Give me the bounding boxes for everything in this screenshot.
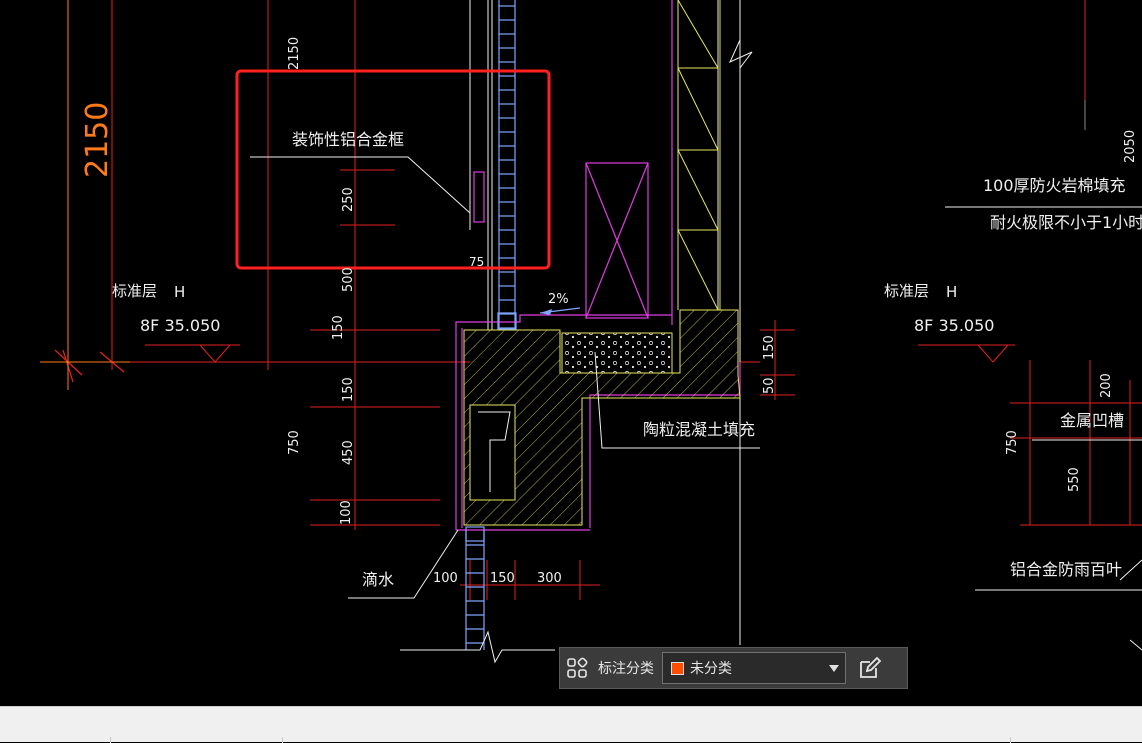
dim-2050: 2050 — [1123, 130, 1138, 163]
mullion-cap — [497, 312, 517, 330]
level-right-name: 标准层 — [884, 282, 929, 300]
dim-top-2150: 2150 — [287, 37, 302, 70]
concrete-wall — [677, 0, 721, 311]
dim-150-right: 150 — [762, 335, 777, 360]
level-left-elev: 8F 35.050 — [140, 316, 220, 335]
dim-big-2150: 2150 — [80, 102, 115, 178]
label-decor-frame: 装饰性铝合金框 — [292, 130, 404, 149]
dim-75: 75 — [469, 255, 484, 269]
level-right-elev: 8F 35.050 — [914, 316, 994, 335]
label-rockwool: 100厚防火岩棉填充 — [983, 176, 1126, 195]
dim-150-b: 150 — [341, 377, 356, 402]
status-divider — [110, 737, 111, 743]
cad-drawing-canvas[interactable]: 2150 2150 250 75 500 150 150 750 450 100… — [0, 0, 1142, 706]
label-louver: 铝合金防雨百叶 — [1010, 560, 1122, 579]
edit-note-icon[interactable] — [850, 648, 890, 688]
level-right-h: H — [946, 283, 957, 301]
annotation-category-label: 标注分类 — [598, 661, 654, 677]
label-drip: 滴水 — [362, 570, 394, 589]
status-divider — [1010, 737, 1011, 743]
dim-750-right: 750 — [1005, 430, 1020, 455]
level-left-h: H — [174, 283, 185, 301]
category-value: 未分类 — [690, 661, 732, 677]
dim-200: 200 — [1099, 373, 1114, 398]
status-bar — [0, 706, 1142, 743]
dim-50-right: 50 — [762, 377, 777, 394]
slope-label: 2% — [548, 292, 569, 307]
chevron-down-icon — [829, 665, 839, 672]
concrete-slab — [463, 309, 741, 526]
label-metal-groove: 金属凹槽 — [1060, 411, 1124, 430]
dim-450: 450 — [341, 440, 356, 465]
dim-550: 550 — [1067, 467, 1082, 492]
category-color-swatch — [671, 661, 684, 675]
status-divider — [282, 737, 283, 743]
category-dropdown[interactable]: 未分类 — [662, 652, 846, 684]
dim-500: 500 — [341, 267, 356, 292]
level-left-name: 标准层 — [112, 282, 157, 300]
dim-750-left: 750 — [287, 430, 302, 455]
red-dimension-lines — [40, 0, 1142, 600]
dimension-ticks — [54, 349, 125, 383]
label-fire-rating: 耐火极限不小于1小时 — [990, 213, 1142, 232]
dim-300-bottom: 300 — [537, 571, 562, 586]
dim-150-a: 150 — [331, 315, 346, 340]
dim-150-bottom: 150 — [490, 571, 515, 586]
dim-250: 250 — [341, 187, 356, 212]
curtain-wall-mullion — [465, 0, 516, 650]
label-ceramsite: 陶粒混凝土填充 — [643, 420, 755, 439]
annotation-toolbar: 标注分类 未分类 — [559, 647, 908, 689]
four-squares-icon[interactable] — [560, 648, 594, 688]
dim-100-bottom: 100 — [433, 571, 458, 586]
dim-100-left: 100 — [339, 500, 354, 525]
